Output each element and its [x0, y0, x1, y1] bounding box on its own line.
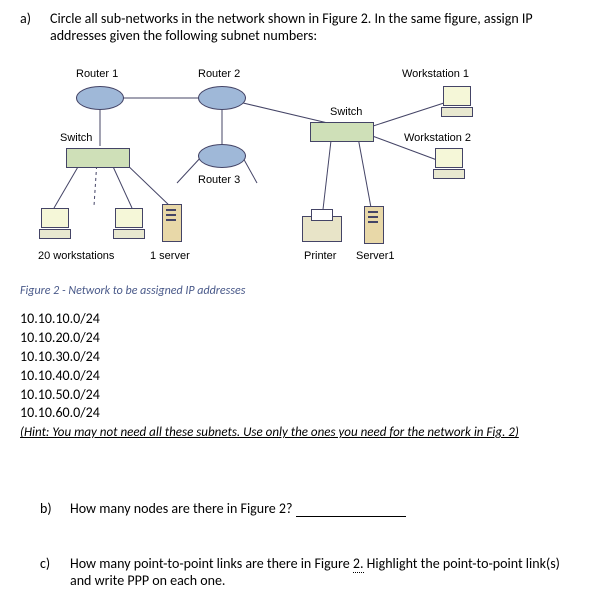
subnet-list: 10.10.10.0/24 10.10.20.0/24 10.10.30.0/2… — [20, 310, 584, 423]
question-b-label: b) — [40, 500, 70, 517]
subnet-item: 10.10.50.0/24 — [20, 386, 584, 405]
router-2-icon — [198, 86, 246, 110]
question-c-label: c) — [40, 555, 70, 589]
label-router2: Router 2 — [198, 68, 240, 80]
label-router1: Router 1 — [76, 68, 118, 80]
switch-right-icon — [310, 122, 374, 142]
left-pc-2-icon — [112, 208, 146, 240]
subnet-item: 10.10.30.0/24 — [20, 348, 584, 367]
question-c-text: How many point-to-point links are there … — [70, 555, 584, 589]
label-1server: 1 server — [150, 250, 190, 262]
subnet-item: 10.10.10.0/24 — [20, 310, 584, 329]
router-3-icon — [198, 144, 246, 168]
question-c-link: 2. — [353, 555, 364, 573]
label-ws1: Workstation 1 — [402, 68, 469, 80]
subnet-item: 10.10.40.0/24 — [20, 367, 584, 386]
label-20ws: 20 workstations — [38, 250, 114, 262]
subnet-item: 10.10.20.0/24 — [20, 329, 584, 348]
workstation-1-icon — [440, 86, 474, 118]
hint-text: (Hint: You may not need all these subnet… — [20, 425, 584, 440]
figure-2-diagram: Router 1 Router 2 Router 3 Switch Switch… — [20, 58, 584, 278]
question-b: b) How many nodes are there in Figure 2? — [40, 500, 584, 517]
question-a-text: Circle all sub-networks in the network s… — [50, 10, 584, 44]
question-a: a) Circle all sub-networks in the networ… — [20, 10, 584, 44]
label-switch-right: Switch — [330, 106, 362, 118]
label-printer: Printer — [304, 250, 336, 262]
server1-icon — [364, 206, 384, 244]
figure-caption: Figure 2 - Network to be assigned IP add… — [20, 284, 584, 298]
subnet-item: 10.10.60.0/24 — [20, 404, 584, 423]
left-pc-1-icon — [38, 208, 72, 240]
question-c: c) How many point-to-point links are the… — [40, 555, 584, 589]
label-server1: Server1 — [356, 250, 395, 262]
label-router3: Router 3 — [198, 174, 240, 186]
switch-left-icon — [66, 148, 130, 168]
question-b-text: How many nodes are there in Figure 2? — [70, 500, 584, 517]
label-switch-left: Switch — [60, 132, 92, 144]
question-c-pre: How many point-to-point links are there … — [70, 555, 353, 572]
question-a-label: a) — [20, 10, 50, 44]
question-b-text-span: How many nodes are there in Figure 2? — [70, 500, 293, 517]
workstation-2-icon — [432, 148, 466, 180]
router-1-icon — [76, 86, 124, 110]
label-ws2: Workstation 2 — [404, 132, 471, 144]
left-server-icon — [162, 204, 182, 242]
printer-icon — [302, 216, 342, 242]
answer-blank[interactable] — [296, 516, 406, 517]
